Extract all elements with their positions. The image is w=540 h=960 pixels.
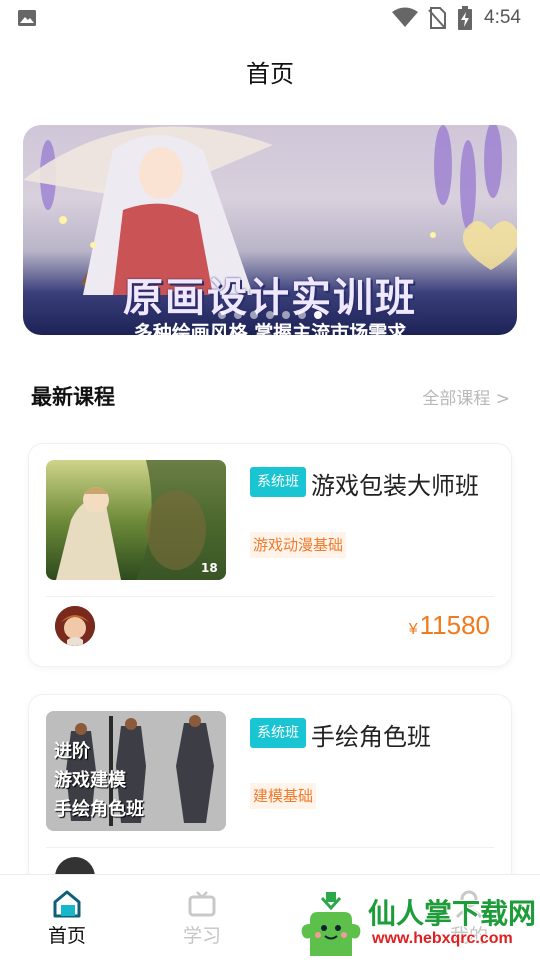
image-icon — [18, 10, 36, 26]
nav-item-home[interactable]: 首页 — [32, 889, 102, 948]
carousel-dot[interactable] — [298, 311, 306, 319]
carousel-dot[interactable] — [250, 311, 258, 319]
status-bar: 4:54 — [0, 0, 540, 36]
carousel-dot[interactable] — [266, 311, 274, 319]
site-watermark: 仙人掌下载网 www.hebxqrc.com — [296, 890, 540, 960]
cactus-logo-icon — [301, 892, 361, 956]
home-icon — [53, 890, 81, 918]
no-sim-icon — [428, 7, 446, 29]
nav-label: 学习 — [182, 925, 221, 947]
banner-subtitle: 多种绘画风格 掌握主流市场需求 — [133, 322, 407, 335]
section-title-latest-courses: 最新课程 — [31, 385, 115, 409]
watermark-name: 仙人掌下载网 — [368, 897, 537, 930]
carousel-dot-active[interactable] — [314, 311, 322, 319]
course-type-badge: 系统班 — [250, 467, 306, 497]
carousel-indicator — [218, 311, 322, 319]
battery-charging-icon — [458, 6, 472, 30]
course-tag: 游戏动漫基础 — [250, 532, 347, 558]
course-name: 游戏包装大师班 — [311, 472, 479, 500]
divider — [46, 847, 494, 848]
course-card[interactable]: 进阶 游戏建模 手绘角色班 系统班 手绘角色班 建模基础 — [29, 695, 511, 897]
course-thumbnail-caption: 进阶 游戏建模 手绘角色班 — [54, 741, 144, 820]
watermark-url: www.hebxqrc.com — [372, 930, 513, 947]
banner-carousel[interactable]: 原画设计实训班 多种绘画风格 掌握主流市场需求 — [23, 125, 517, 335]
course-thumbnail: 18 — [46, 460, 226, 580]
course-thumbnail: 进阶 游戏建模 手绘角色班 — [46, 711, 226, 831]
divider — [46, 596, 494, 597]
course-card[interactable]: 18 系统班 游戏包装大师班 游戏动漫基础 ¥11580 — [29, 444, 511, 666]
course-name: 手绘角色班 — [311, 723, 431, 751]
wifi-icon — [392, 7, 418, 27]
nav-label: 首页 — [47, 925, 86, 947]
tv-icon — [188, 891, 216, 917]
course-type-badge: 系统班 — [250, 718, 306, 748]
carousel-dot[interactable] — [218, 311, 226, 319]
teacher-avatar[interactable] — [55, 606, 95, 646]
carousel-dot[interactable] — [234, 311, 242, 319]
course-price: ¥11580 — [408, 610, 490, 640]
all-courses-link[interactable]: 全部课程 > — [422, 384, 510, 409]
clock: 4:54 — [484, 7, 521, 28]
svg-text:18: 18 — [201, 561, 218, 575]
page-title: 首页 — [246, 60, 294, 88]
carousel-dot[interactable] — [282, 311, 290, 319]
course-tag: 建模基础 — [250, 783, 317, 809]
nav-item-study[interactable]: 学习 — [167, 889, 237, 948]
